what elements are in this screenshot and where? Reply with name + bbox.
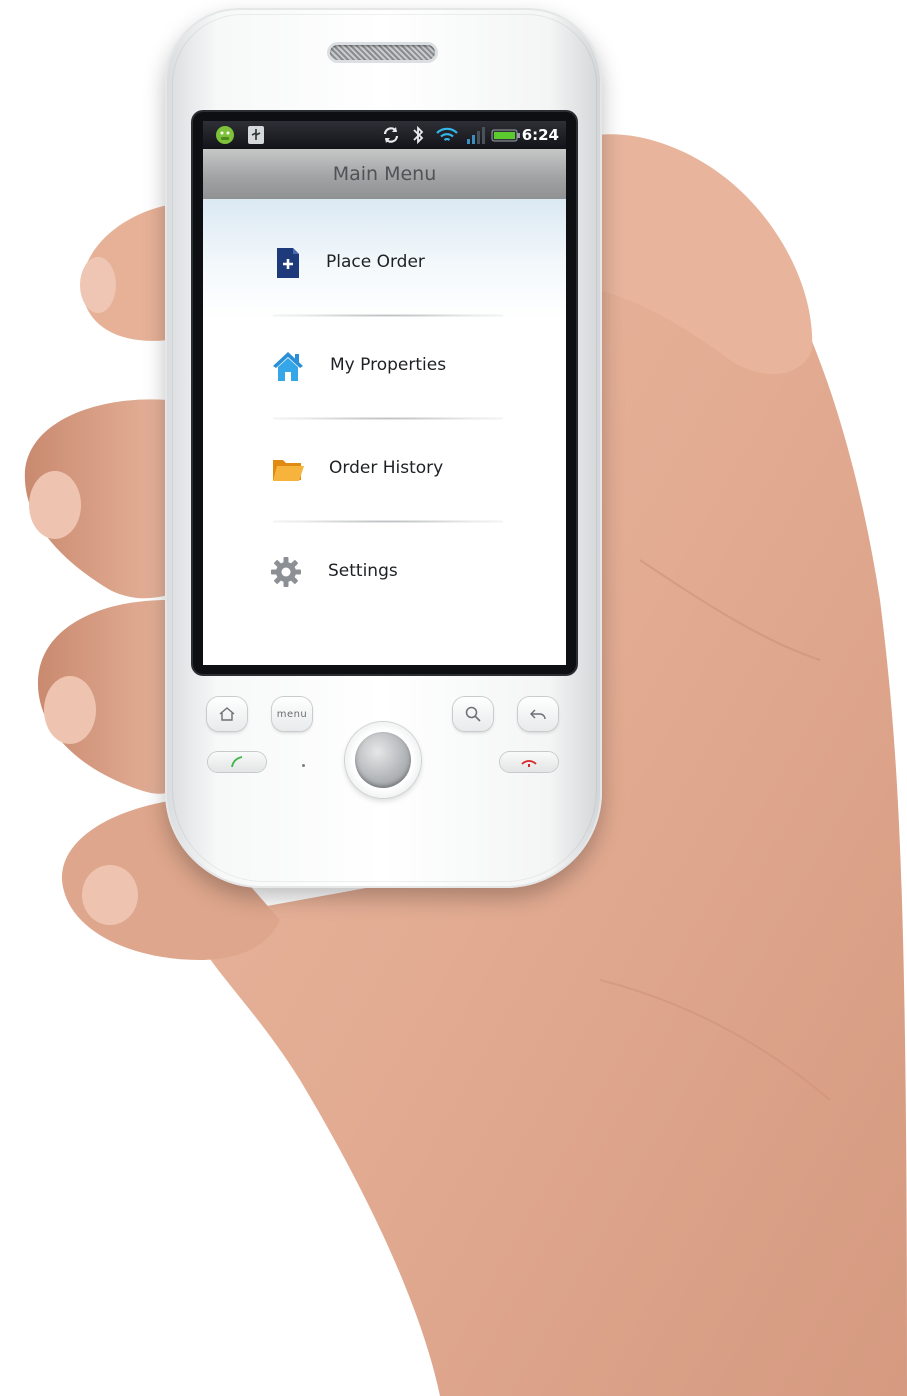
- menu-key-label: menu: [276, 708, 308, 720]
- call-key[interactable]: [208, 752, 266, 772]
- back-key[interactable]: [518, 697, 558, 731]
- folder-icon: [273, 460, 304, 481]
- fingernail-3: [44, 676, 96, 744]
- menu-key[interactable]: menu: [272, 697, 312, 731]
- title-bar: Main Menu: [203, 149, 566, 199]
- main-menu: Place Order My Properties Order History: [203, 199, 566, 665]
- search-key[interactable]: [453, 697, 493, 731]
- signal-icon: [467, 127, 485, 144]
- bluetooth-icon: [413, 125, 424, 145]
- menu-item-label: Place Order: [326, 252, 425, 272]
- microphone-hole: [302, 764, 305, 767]
- end-call-key[interactable]: [500, 752, 558, 772]
- menu-item-place-order[interactable]: Place Order: [203, 214, 566, 314]
- menu-item-label: My Properties: [330, 355, 447, 375]
- battery-icon: [491, 129, 520, 142]
- new-document-icon: [277, 248, 299, 278]
- search-icon: [465, 706, 481, 722]
- android-notification-icon: [216, 126, 234, 144]
- screen: 6:24 Main Menu Place Order My Properties: [203, 121, 566, 665]
- house-icon: [273, 352, 303, 381]
- menu-item-order-history[interactable]: Order History: [203, 420, 566, 520]
- sync-icon: [383, 127, 399, 143]
- status-bar: 6:24: [203, 121, 566, 149]
- end-call-icon: [521, 760, 537, 767]
- gear-icon: [271, 557, 301, 587]
- menu-item-settings[interactable]: Settings: [203, 523, 566, 623]
- earpiece-speaker: [330, 45, 435, 60]
- trackball[interactable]: [355, 732, 411, 788]
- menu-item-label: Order History: [329, 458, 444, 478]
- status-time: 6:24: [521, 126, 559, 144]
- page-title: Main Menu: [332, 163, 437, 185]
- wifi-icon: [436, 127, 458, 141]
- menu-item-my-properties[interactable]: My Properties: [203, 317, 566, 417]
- menu-item-label: Settings: [328, 561, 398, 581]
- home-icon: [219, 707, 235, 721]
- back-icon: [530, 709, 546, 720]
- call-icon: [231, 756, 243, 768]
- fingernail-4: [82, 865, 138, 925]
- home-key[interactable]: [207, 697, 247, 731]
- fingernail-2: [29, 471, 81, 539]
- usb-icon: [248, 126, 264, 144]
- fingernail-1: [80, 257, 116, 313]
